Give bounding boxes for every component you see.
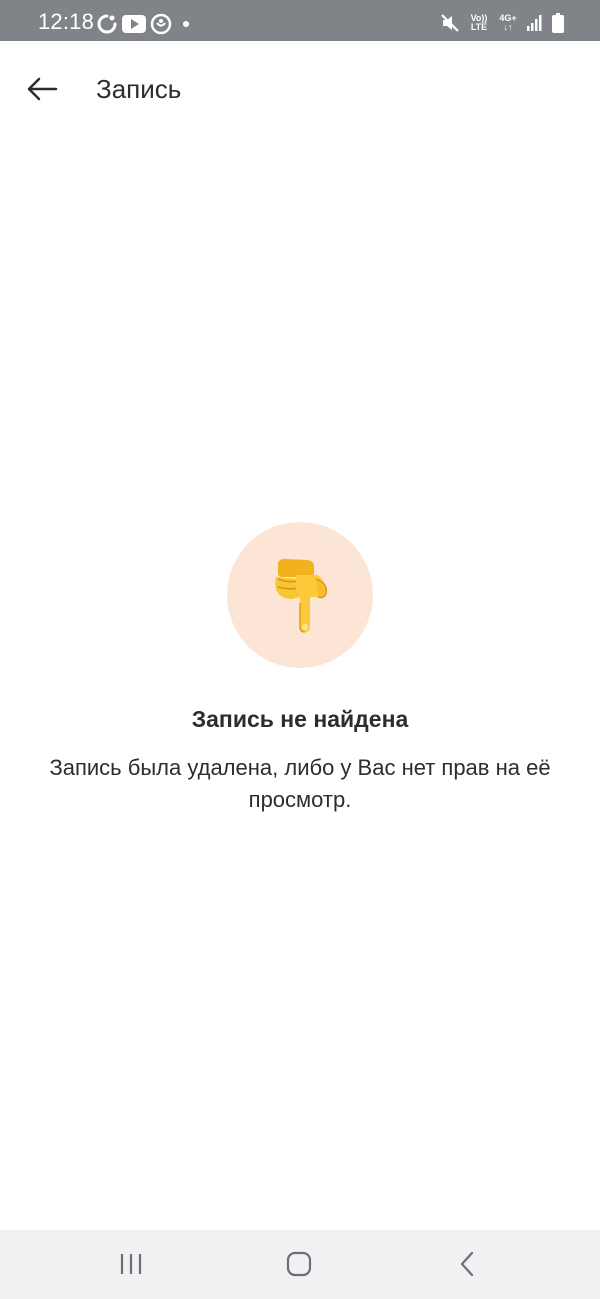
battery-icon: [552, 13, 564, 33]
page-title: Запись: [96, 74, 182, 104]
back-button[interactable]: [14, 61, 70, 117]
nav-recents-button[interactable]: [101, 1242, 161, 1286]
vk-clips-icon: [150, 13, 172, 35]
volte-bottom-label: LTE: [470, 22, 488, 32]
pointing-down-hand-emoji: [275, 558, 327, 633]
status-right-icons: Vo)) LTE 4G+ ↓↑: [440, 13, 564, 33]
sync-icon: [97, 14, 117, 34]
back-icon: [460, 1251, 474, 1277]
arrow-left-icon: [27, 77, 58, 101]
4g-plus-icon: 4G+ ↓↑: [498, 14, 518, 32]
empty-state-title: Запись не найдена: [191, 706, 409, 732]
youtube-icon: [122, 15, 146, 33]
system-nav-bar: [0, 1230, 600, 1299]
nav-home-button[interactable]: [269, 1242, 329, 1286]
status-time: 12:18: [38, 9, 95, 34]
home-icon: [286, 1251, 312, 1277]
mute-icon: [441, 14, 459, 32]
nav-back-button[interactable]: [437, 1242, 497, 1286]
status-bar: 12:18 Vo)) LTE 4G+ ↓↑: [0, 0, 600, 41]
recents-icon: [120, 1254, 142, 1274]
emoji-circle: [227, 522, 373, 668]
empty-state-description: Запись была удалена, либо у Вас нет прав…: [49, 755, 551, 812]
net-activity-label: ↓↑: [503, 22, 513, 32]
empty-state: Запись не найдена Запись была удалена, л…: [0, 522, 600, 816]
app-bar: Запись: [0, 41, 600, 137]
volte-icon: Vo)) LTE: [468, 14, 490, 32]
status-left-icons: [96, 13, 192, 35]
notification-dot-icon: [183, 21, 189, 27]
signal-icon: [527, 15, 542, 31]
